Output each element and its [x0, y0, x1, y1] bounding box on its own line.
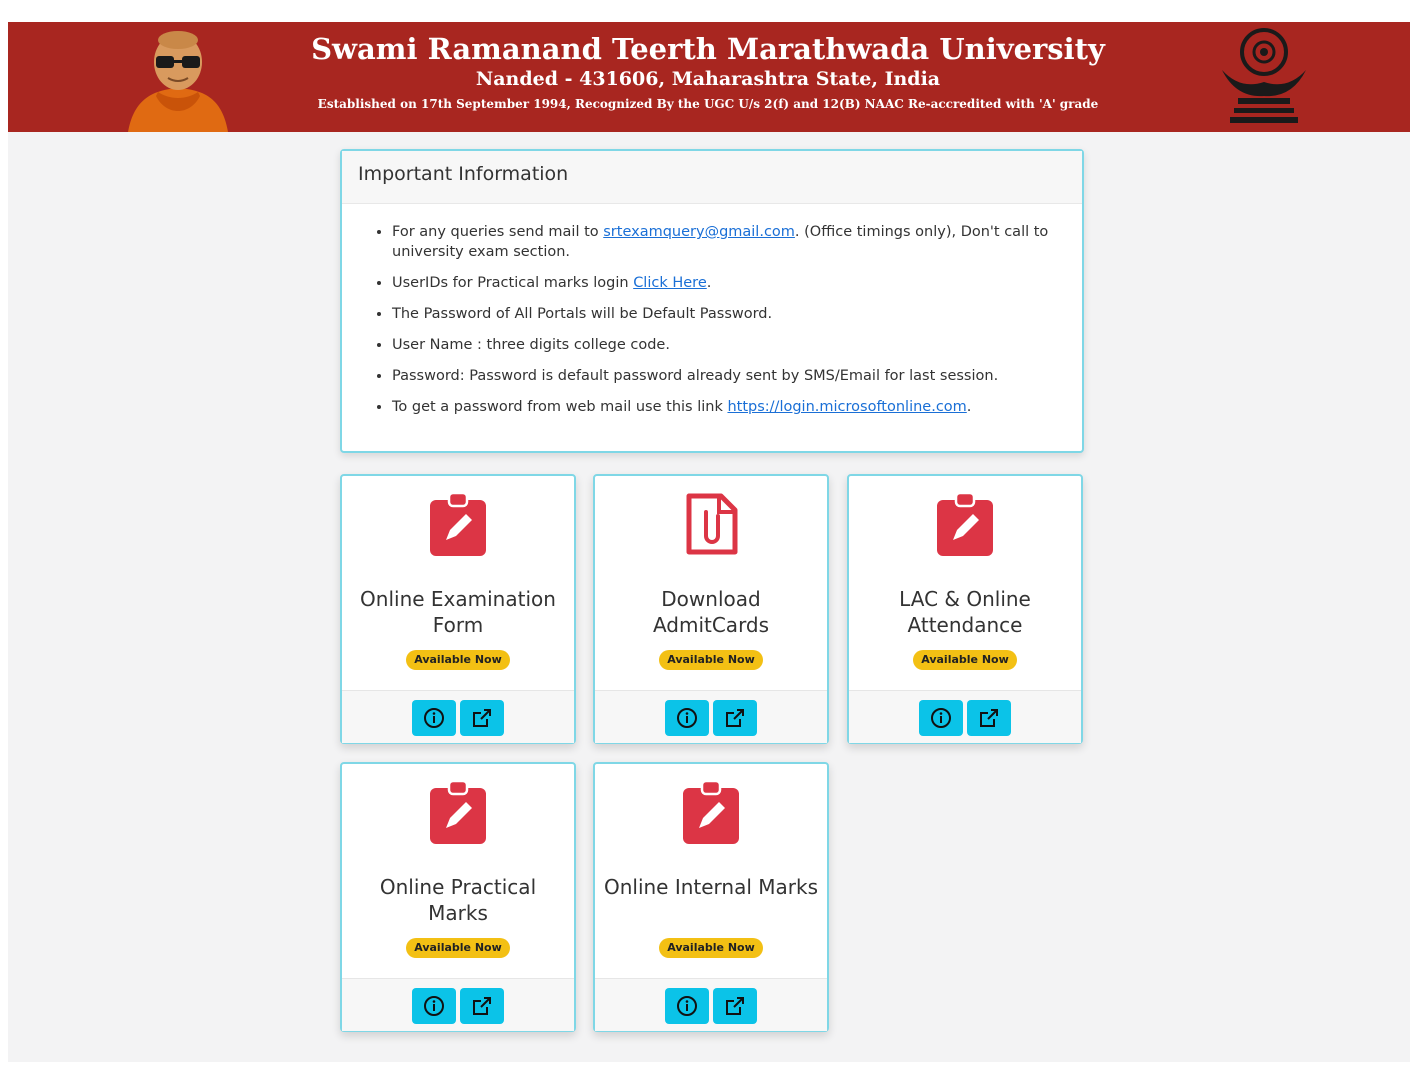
card-footer	[342, 690, 574, 743]
status-badge: Available Now	[913, 650, 1017, 670]
card-download-admitcards: Download AdmitCards Available Now	[593, 474, 829, 744]
card-title: Download AdmitCards	[652, 587, 770, 637]
info-circle-icon	[677, 708, 697, 728]
external-link-icon	[726, 709, 744, 727]
founder-portrait	[128, 31, 228, 132]
list-item: For any queries send mail to srtexamquer…	[392, 222, 1052, 262]
info-circle-icon	[931, 708, 951, 728]
open-link-button[interactable]	[460, 700, 504, 736]
card-footer	[849, 690, 1081, 743]
status-badge: Available Now	[659, 650, 763, 670]
card-lac-online-attendance: LAC & Online Attendance Available Now	[847, 474, 1083, 744]
list-item: User Name : three digits college code.	[392, 335, 1052, 355]
query-email-link[interactable]: srtexamquery@gmail.com	[603, 224, 795, 240]
list-item: Password: Password is default password a…	[392, 366, 1052, 386]
card-footer	[595, 690, 827, 743]
clipboard-pencil-icon	[937, 492, 993, 556]
external-link-icon	[726, 997, 744, 1015]
card-online-internal-marks: Online Internal Marks Available Now	[593, 762, 829, 1032]
clipboard-pencil-icon	[683, 780, 739, 844]
card-title: Online Internal Marks	[603, 875, 819, 899]
card-footer	[342, 978, 574, 1031]
open-link-button[interactable]	[713, 700, 757, 736]
webmail-login-link[interactable]: https://login.microsoftonline.com	[727, 399, 966, 415]
open-link-button[interactable]	[967, 700, 1011, 736]
external-link-icon	[473, 709, 491, 727]
clipboard-pencil-icon	[430, 780, 486, 844]
external-link-icon	[980, 709, 998, 727]
list-item: UserIDs for Practical marks login Click …	[392, 273, 1052, 293]
status-badge: Available Now	[406, 650, 510, 670]
list-item: The Password of All Portals will be Defa…	[392, 304, 1052, 324]
info-circle-icon	[677, 996, 697, 1016]
practical-userids-link[interactable]: Click Here	[633, 275, 707, 291]
important-information-panel: Important Information For any queries se…	[340, 149, 1084, 453]
open-link-button[interactable]	[713, 988, 757, 1024]
open-link-button[interactable]	[460, 988, 504, 1024]
card-online-practical-marks: Online Practical Marks Available Now	[340, 762, 576, 1032]
clipboard-pencil-icon	[430, 492, 486, 556]
card-title: Online Examination Form	[360, 587, 556, 637]
status-badge: Available Now	[659, 938, 763, 958]
university-emblem-icon	[1222, 28, 1306, 123]
external-link-icon	[473, 997, 491, 1015]
page-background: Swami Ramanand Teerth Marathwada Univers…	[8, 22, 1410, 1062]
university-accreditation: Established on 17th September 1994, Reco…	[317, 97, 1099, 111]
info-button[interactable]	[919, 700, 963, 736]
panel-heading: Important Information	[342, 151, 1082, 204]
info-circle-icon	[424, 708, 444, 728]
info-button[interactable]	[412, 988, 456, 1024]
university-address: Nanded - 431606, Maharashtra State, Indi…	[475, 68, 941, 90]
card-title: LAC & Online Attendance	[899, 587, 1031, 637]
banner-titles: Swami Ramanand Teerth Marathwada Univers…	[238, 22, 1178, 132]
info-button[interactable]	[665, 988, 709, 1024]
info-button[interactable]	[665, 700, 709, 736]
card-title: Online Practical Marks	[379, 875, 537, 925]
info-circle-icon	[424, 996, 444, 1016]
information-list: For any queries send mail to srtexamquer…	[342, 222, 1082, 417]
info-button[interactable]	[412, 700, 456, 736]
card-footer	[595, 978, 827, 1031]
file-clip-icon	[686, 493, 738, 555]
status-badge: Available Now	[406, 938, 510, 958]
university-banner: Swami Ramanand Teerth Marathwada Univers…	[8, 22, 1410, 132]
list-item: To get a password from web mail use this…	[392, 397, 1052, 417]
card-online-examination-form: Online Examination Form Available Now	[340, 474, 576, 744]
university-name: Swami Ramanand Teerth Marathwada Univers…	[311, 32, 1105, 66]
